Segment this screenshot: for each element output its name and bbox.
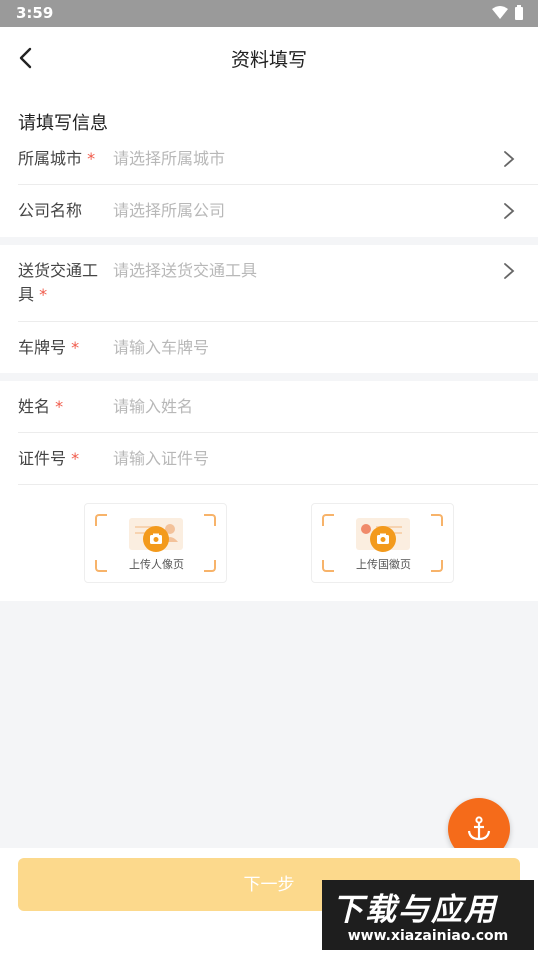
- wifi-icon: [492, 6, 508, 19]
- upload-emblem-label: 上传国徽页: [356, 558, 411, 571]
- upload-emblem-button[interactable]: 上传国徽页: [311, 503, 454, 583]
- name-label: 姓名 *: [18, 397, 64, 416]
- status-icons: [492, 5, 524, 21]
- vehicle-select[interactable]: 请选择送货交通工具: [113, 259, 257, 283]
- required-mark: *: [71, 449, 80, 468]
- company-select[interactable]: 请选择所属公司: [113, 199, 225, 223]
- upload-portrait-label: 上传人像页: [129, 558, 184, 571]
- city-select[interactable]: 请选择所属城市: [113, 147, 225, 171]
- required-mark: *: [39, 285, 48, 304]
- company-label: 公司名称: [18, 201, 83, 220]
- nav-bar: 资料填写: [0, 27, 538, 89]
- vehicle-row[interactable]: 送货交通工具 * 请选择送货交通工具: [18, 245, 538, 322]
- name-input[interactable]: 请输入姓名: [113, 395, 193, 419]
- plate-input[interactable]: 请输入车牌号: [113, 336, 209, 360]
- watermark-logo: 下载与应用 www.xiazainiao.com: [322, 880, 534, 950]
- required-mark: *: [87, 149, 96, 168]
- upload-portrait-button[interactable]: 上传人像页: [84, 503, 227, 583]
- page-title: 资料填写: [230, 49, 307, 71]
- battery-icon: [515, 5, 523, 20]
- name-row[interactable]: 姓名 * 请输入姓名: [18, 381, 538, 433]
- required-mark: *: [71, 338, 80, 357]
- city-row[interactable]: 所属城市 * 请选择所属城市: [18, 133, 538, 185]
- section-title: 请填写信息: [18, 113, 108, 134]
- chevron-right-icon: [504, 151, 515, 167]
- required-mark: *: [55, 397, 64, 416]
- anchor-icon: [467, 816, 491, 841]
- city-label: 所属城市 *: [18, 149, 96, 168]
- id-number-label: 证件号 *: [18, 449, 80, 468]
- company-row[interactable]: 公司名称 请选择所属公司: [18, 185, 538, 237]
- id-number-input[interactable]: 请输入证件号: [113, 447, 209, 471]
- watermark-url: www.xiazainiao.com: [347, 928, 509, 944]
- chevron-right-icon: [504, 263, 515, 279]
- plate-label: 车牌号 *: [18, 338, 80, 357]
- status-bar: 3:59: [0, 0, 538, 27]
- status-time: 3:59: [16, 4, 54, 22]
- camera-icon: [143, 526, 169, 552]
- chevron-right-icon: [504, 203, 515, 219]
- camera-icon: [370, 526, 396, 552]
- plate-row[interactable]: 车牌号 * 请输入车牌号: [18, 322, 538, 374]
- vehicle-label: 送货交通工具 *: [18, 261, 99, 304]
- id-number-row[interactable]: 证件号 * 请输入证件号: [18, 433, 538, 485]
- watermark-title: 下载与应用: [332, 892, 497, 928]
